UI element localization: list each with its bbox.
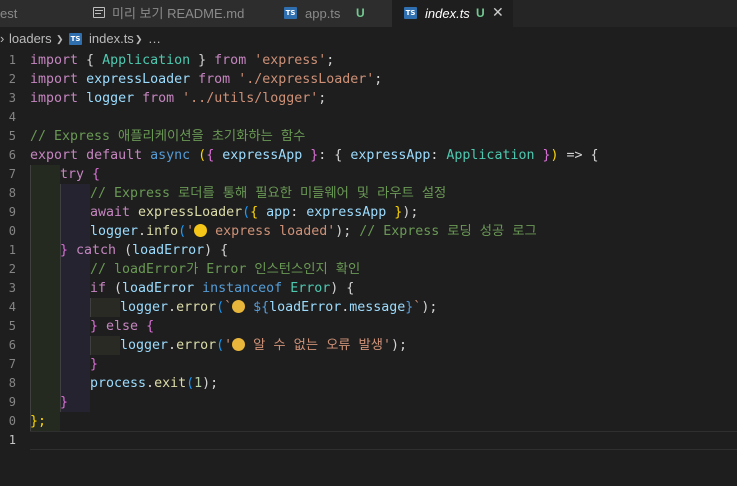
code-comment: // loadError가 Error 인스턴스인지 확인 xyxy=(90,262,361,277)
line-number: 2 xyxy=(8,72,16,86)
line-number: 9 xyxy=(8,395,16,409)
breadcrumb-folder[interactable]: loaders xyxy=(9,27,52,51)
line-number: 6 xyxy=(8,338,16,352)
line-number: 5 xyxy=(8,319,16,333)
untracked-badge: U xyxy=(356,6,365,20)
line-number: 2 xyxy=(8,262,16,276)
code-line: import { Application } from 'express'; xyxy=(30,53,335,68)
markdown-preview-icon xyxy=(93,7,105,18)
line-number: 4 xyxy=(8,300,16,314)
breadcrumb: › loaders ❯ TS index.ts ❯ … xyxy=(0,27,737,51)
line-number: 0 xyxy=(8,224,16,238)
code-line: if (loadError instanceof Error) { xyxy=(90,281,355,296)
current-line-highlight xyxy=(30,431,737,450)
code-line: process.exit(1); xyxy=(90,376,219,391)
code-line: await expressLoader({ app: expressApp })… xyxy=(90,205,419,220)
indent-guide xyxy=(90,298,91,317)
tab-readme-preview[interactable]: 미리 보기 README.md xyxy=(82,0,273,27)
breadcrumb-file[interactable]: index.ts xyxy=(89,27,134,51)
line-number: 3 xyxy=(8,281,16,295)
typescript-file-icon: TS xyxy=(404,7,417,19)
line-number: 8 xyxy=(8,376,16,390)
line-number: 7 xyxy=(8,357,16,371)
tab-label: est xyxy=(0,6,18,21)
chevron-right-icon: ❯ xyxy=(135,34,143,44)
emoji-thinking-face-icon xyxy=(232,338,246,351)
breadcrumb-symbols[interactable]: … xyxy=(148,27,161,51)
chevron-right-icon: ❯ xyxy=(56,34,64,44)
line-number: 1 xyxy=(8,433,16,447)
code-line: try { xyxy=(60,167,101,182)
code-line: } xyxy=(60,395,69,410)
tab-label: app.ts xyxy=(305,6,341,21)
line-number: 4 xyxy=(8,110,16,124)
line-number: 3 xyxy=(8,91,16,105)
tab-label: index.ts xyxy=(425,6,470,21)
code-editor[interactable]: 1 2 3 4 5 6 7 8 9 0 1 2 3 4 5 6 7 8 9 0 … xyxy=(0,51,737,486)
indent-rainbow xyxy=(60,260,90,412)
indent-rainbow xyxy=(30,165,60,431)
code-line: } xyxy=(90,357,99,372)
indent-guide xyxy=(60,184,61,412)
code-line: } catch (loadError) { xyxy=(60,243,229,258)
typescript-file-icon: TS xyxy=(69,33,82,45)
tab-app-ts[interactable]: TS app.ts U xyxy=(272,0,393,27)
code-line: logger.info(' express loaded'); // Expre… xyxy=(90,224,537,239)
untracked-badge: U xyxy=(476,6,485,20)
line-number: 9 xyxy=(8,205,16,219)
tab-bar: est 미리 보기 README.md TS app.ts U TS index… xyxy=(0,0,737,27)
code-line: } else { xyxy=(90,319,155,334)
line-number: 5 xyxy=(8,129,16,143)
close-icon[interactable]: ✕ xyxy=(492,0,504,27)
tab-previous-file[interactable]: est xyxy=(0,0,83,27)
line-number: 0 xyxy=(8,414,16,428)
code-line: }; xyxy=(30,414,47,429)
code-line: logger.error(' 알 수 없는 오류 발생'); xyxy=(120,338,408,353)
line-number: 8 xyxy=(8,186,16,200)
line-number: 7 xyxy=(8,167,16,181)
code-line: import expressLoader from './expressLoad… xyxy=(30,72,383,87)
code-comment: // Express 애플리케이션을 초기화하는 함수 xyxy=(30,129,306,144)
code-comment: // Express 로더를 통해 필요한 미들웨어 및 라우트 설정 xyxy=(90,186,447,201)
tab-index-ts[interactable]: TS index.ts U ✕ xyxy=(392,0,513,27)
indent-rainbow xyxy=(90,336,120,355)
line-number: 1 xyxy=(8,243,16,257)
code-line: import logger from '../utils/logger'; xyxy=(30,91,327,106)
line-number: 6 xyxy=(8,148,16,162)
code-line: logger.error(` ${loadError.message}`); xyxy=(120,300,438,315)
indent-rainbow xyxy=(90,298,120,317)
typescript-file-icon: TS xyxy=(284,7,297,19)
indent-guide xyxy=(90,336,91,355)
code-line: export default async ({ expressApp }: { … xyxy=(30,148,599,163)
tab-label: 미리 보기 README.md xyxy=(112,6,245,21)
emoji-thinking-face-icon xyxy=(232,300,246,313)
indent-guide xyxy=(30,165,31,431)
line-number: 1 xyxy=(8,53,16,67)
emoji-star-struck-icon xyxy=(194,224,208,237)
